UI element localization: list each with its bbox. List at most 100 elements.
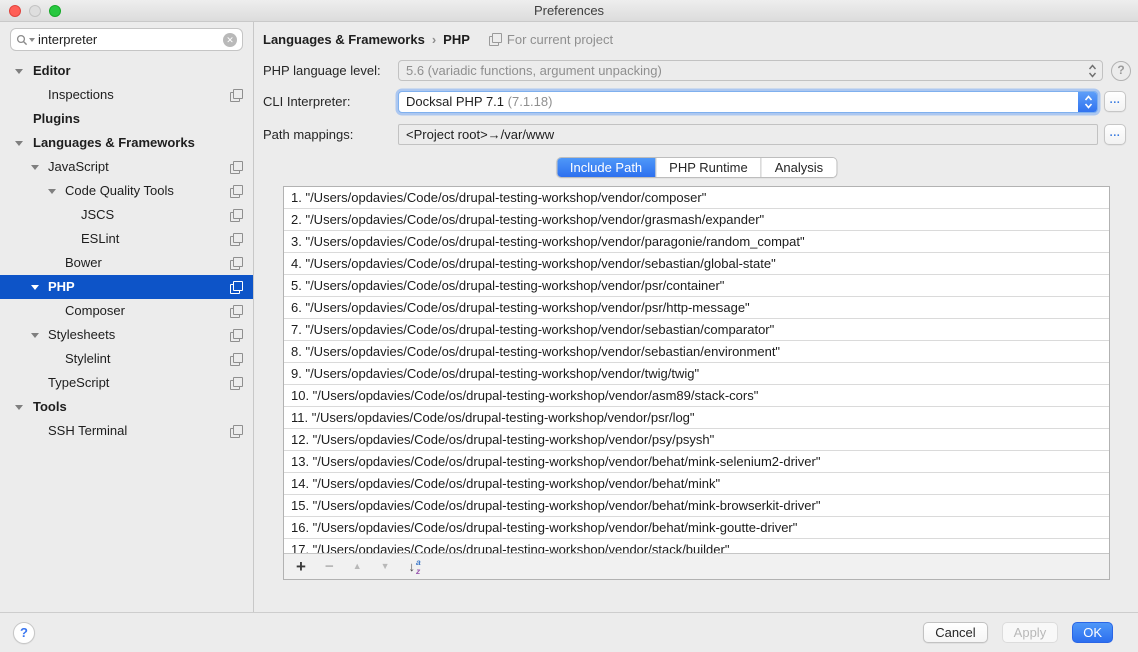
include-path-row[interactable]: 13. "/Users/opdavies/Code/os/drupal-test… xyxy=(284,451,1109,473)
include-path-row[interactable]: 10. "/Users/opdavies/Code/os/drupal-test… xyxy=(284,385,1109,407)
tree-item-label: Composer xyxy=(65,303,125,318)
for-current-project-icon xyxy=(230,185,243,198)
include-path-row[interactable]: 9. "/Users/opdavies/Code/os/drupal-testi… xyxy=(284,363,1109,385)
move-down-icon: ▼ xyxy=(381,562,390,571)
tree-item-javascript[interactable]: JavaScript xyxy=(0,155,253,179)
tree-item-typescript[interactable]: TypeScript xyxy=(0,371,253,395)
breadcrumb-parent[interactable]: Languages & Frameworks xyxy=(263,32,425,47)
search-options-arrow-icon[interactable] xyxy=(29,38,35,42)
apply-button: Apply xyxy=(1002,622,1059,643)
include-path-row[interactable]: 5. "/Users/opdavies/Code/os/drupal-testi… xyxy=(284,275,1109,297)
tree-item-editor[interactable]: Editor xyxy=(0,59,253,83)
include-path-row[interactable]: 8. "/Users/opdavies/Code/os/drupal-testi… xyxy=(284,341,1109,363)
window-title: Preferences xyxy=(534,3,604,18)
tree-item-label: Code Quality Tools xyxy=(65,183,174,198)
include-path-row[interactable]: 14. "/Users/opdavies/Code/os/drupal-test… xyxy=(284,473,1109,495)
tree-item-label: ESLint xyxy=(81,231,119,246)
minimize-button xyxy=(29,5,41,17)
help-icon[interactable]: ? xyxy=(1111,61,1131,81)
tree-item-label: Tools xyxy=(33,399,67,414)
list-toolbar: + − ▲ ▼ ↓ a z xyxy=(284,553,1109,579)
chevron-expanded-icon[interactable] xyxy=(15,405,23,410)
include-path-row[interactable]: 2. "/Users/opdavies/Code/os/drupal-testi… xyxy=(284,209,1109,231)
tree-item-plugins[interactable]: Plugins xyxy=(0,107,253,131)
cli-interpreter-value: Docksal PHP 7.1 xyxy=(406,94,504,109)
language-level-value: 5.6 (variadic functions, argument unpack… xyxy=(406,63,662,78)
zoom-button[interactable] xyxy=(49,5,61,17)
chevron-expanded-icon[interactable] xyxy=(31,333,39,338)
cli-interpreter-select[interactable]: Docksal PHP 7.1 (7.1.18) xyxy=(398,91,1098,113)
sort-alphabetically-icon[interactable]: ↓ a z xyxy=(409,558,421,575)
tab-analysis[interactable]: Analysis xyxy=(761,158,836,177)
for-current-project-icon xyxy=(489,33,502,46)
tree-item-eslint[interactable]: ESLint xyxy=(0,227,253,251)
tree-item-languages-frameworks[interactable]: Languages & Frameworks xyxy=(0,131,253,155)
include-path-row[interactable]: 7. "/Users/opdavies/Code/os/drupal-testi… xyxy=(284,319,1109,341)
help-button[interactable]: ? xyxy=(13,622,35,644)
dropdown-button-icon[interactable] xyxy=(1078,91,1098,113)
include-path-row[interactable]: 6. "/Users/opdavies/Code/os/drupal-testi… xyxy=(284,297,1109,319)
settings-tree: Editor Inspections Plugins Languages & F… xyxy=(0,59,253,443)
search-field[interactable]: ✕ xyxy=(10,28,243,51)
path-mappings-label: Path mappings: xyxy=(263,124,353,145)
include-path-row[interactable]: 11. "/Users/opdavies/Code/os/drupal-test… xyxy=(284,407,1109,429)
search-input[interactable] xyxy=(38,32,220,47)
include-path-row[interactable]: 12. "/Users/opdavies/Code/os/drupal-test… xyxy=(284,429,1109,451)
scope-indicator: For current project xyxy=(489,32,613,47)
language-level-select[interactable]: 5.6 (variadic functions, argument unpack… xyxy=(398,60,1103,81)
include-path-panel: 1. "/Users/opdavies/Code/os/drupal-testi… xyxy=(283,186,1110,580)
add-icon[interactable]: + xyxy=(296,558,306,575)
tree-item-label: Languages & Frameworks xyxy=(33,135,195,150)
dropdown-stepper-icon[interactable] xyxy=(1088,63,1097,81)
move-up-icon: ▲ xyxy=(353,562,362,571)
tree-item-label: Plugins xyxy=(33,111,80,126)
php-settings-tabs: Include Path PHP Runtime Analysis xyxy=(556,157,837,178)
for-current-project-icon xyxy=(230,209,243,222)
for-current-project-icon xyxy=(230,329,243,342)
settings-sidebar: ✕ Editor Inspections Plugins Languages &… xyxy=(0,22,254,612)
tree-item-bower[interactable]: Bower xyxy=(0,251,253,275)
include-path-row[interactable]: 15. "/Users/opdavies/Code/os/drupal-test… xyxy=(284,495,1109,517)
close-button[interactable] xyxy=(9,5,21,17)
tree-item-php[interactable]: PHP xyxy=(0,275,253,299)
include-path-list: 1. "/Users/opdavies/Code/os/drupal-testi… xyxy=(284,187,1109,553)
path-mappings-field[interactable]: <Project root>→/var/www xyxy=(398,124,1098,145)
tree-item-tools[interactable]: Tools xyxy=(0,395,253,419)
clear-search-icon[interactable]: ✕ xyxy=(223,33,237,47)
tree-item-label: TypeScript xyxy=(48,375,109,390)
chevron-expanded-icon[interactable] xyxy=(15,141,23,146)
tree-item-code-quality-tools[interactable]: Code Quality Tools xyxy=(0,179,253,203)
ok-button[interactable]: OK xyxy=(1072,622,1113,643)
path-mappings-browse-button[interactable]: ... xyxy=(1104,124,1126,145)
include-path-row[interactable]: 3. "/Users/opdavies/Code/os/drupal-testi… xyxy=(284,231,1109,253)
for-current-project-icon xyxy=(230,281,243,294)
tab-php-runtime[interactable]: PHP Runtime xyxy=(655,158,761,177)
tree-item-ssh-terminal[interactable]: SSH Terminal xyxy=(0,419,253,443)
cli-browse-button[interactable]: ... xyxy=(1104,91,1126,112)
for-current-project-icon xyxy=(230,425,243,438)
tree-item-inspections[interactable]: Inspections xyxy=(0,83,253,107)
tree-item-label: PHP xyxy=(48,279,75,294)
tree-item-stylesheets[interactable]: Stylesheets xyxy=(0,323,253,347)
php-settings-pane: Languages & Frameworks › PHP For current… xyxy=(255,22,1138,612)
cancel-button[interactable]: Cancel xyxy=(923,622,987,643)
include-path-row[interactable]: 17. "/Users/opdavies/Code/os/drupal-test… xyxy=(284,539,1109,553)
tab-include-path[interactable]: Include Path xyxy=(557,158,655,177)
chevron-expanded-icon[interactable] xyxy=(31,285,39,290)
chevron-expanded-icon[interactable] xyxy=(48,189,56,194)
for-current-project-icon xyxy=(230,89,243,102)
search-icon[interactable] xyxy=(16,34,35,46)
include-path-row[interactable]: 16. "/Users/opdavies/Code/os/drupal-test… xyxy=(284,517,1109,539)
tree-item-jscs[interactable]: JSCS xyxy=(0,203,253,227)
remove-icon: − xyxy=(325,559,334,574)
include-path-row[interactable]: 1. "/Users/opdavies/Code/os/drupal-testi… xyxy=(284,187,1109,209)
chevron-expanded-icon[interactable] xyxy=(15,69,23,74)
tree-item-label: Stylelint xyxy=(65,351,111,366)
tree-item-label: JSCS xyxy=(81,207,114,222)
tree-item-composer[interactable]: Composer xyxy=(0,299,253,323)
breadcrumb-current: PHP xyxy=(443,32,470,47)
for-current-project-icon xyxy=(230,257,243,270)
chevron-expanded-icon[interactable] xyxy=(31,165,39,170)
include-path-row[interactable]: 4. "/Users/opdavies/Code/os/drupal-testi… xyxy=(284,253,1109,275)
tree-item-stylelint[interactable]: Stylelint xyxy=(0,347,253,371)
